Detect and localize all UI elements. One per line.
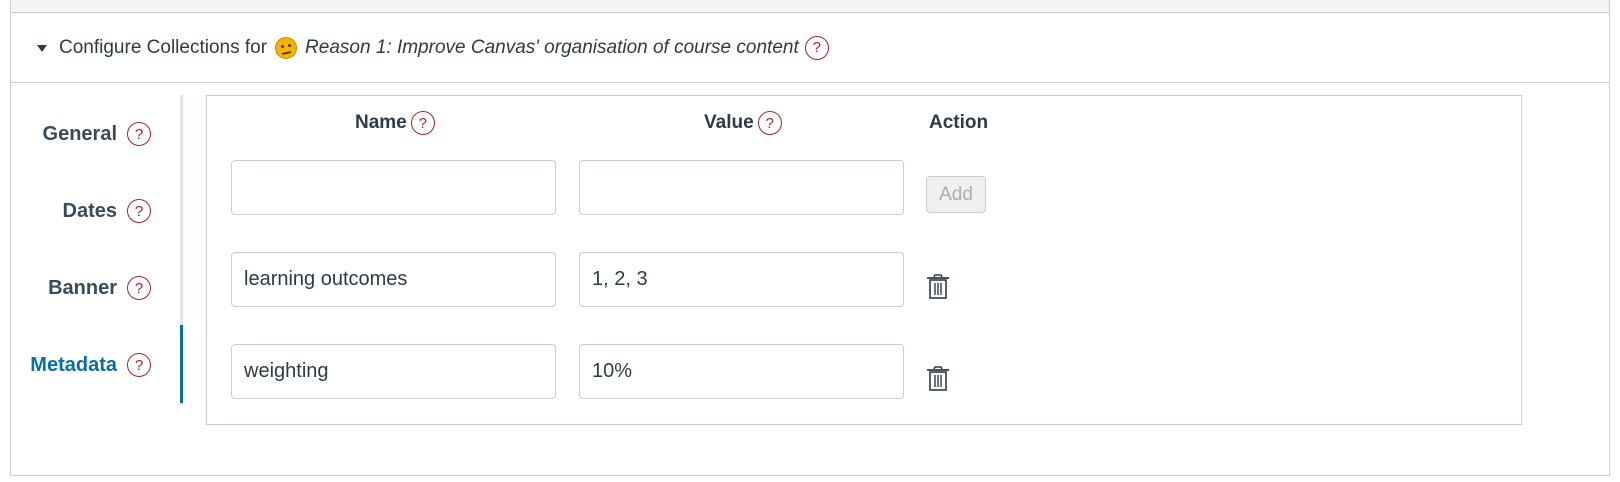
thinking-face-icon xyxy=(275,36,298,59)
nav-item-label: Dates xyxy=(62,199,117,222)
add-button[interactable]: Add xyxy=(926,176,986,213)
column-header-action: Action xyxy=(929,108,988,138)
column-header-label: Name xyxy=(355,112,407,133)
nav-item-label: Banner xyxy=(48,276,117,299)
nav-item-banner[interactable]: Banner ? xyxy=(0,268,184,308)
header-prefix: Configure Collections for xyxy=(59,36,268,58)
side-nav: General ? Dates ? Banner ? Metadata ? xyxy=(0,82,184,392)
help-icon[interactable]: ? xyxy=(410,111,435,135)
metadata-editor: Name ? Value ? Action Add xyxy=(206,95,1522,425)
column-header-value: Value ? xyxy=(704,108,782,138)
trash-icon[interactable] xyxy=(926,366,950,392)
help-icon[interactable]: ? xyxy=(804,35,829,60)
column-header-label: Action xyxy=(929,112,989,133)
panel-header[interactable]: Configure Collections for Reason 1: Impr… xyxy=(11,13,1609,83)
column-header-name: Name ? xyxy=(355,108,435,138)
help-icon[interactable]: ? xyxy=(757,111,782,135)
nav-item-metadata[interactable]: Metadata ? xyxy=(0,345,184,385)
nav-item-label: General xyxy=(42,122,117,145)
nav-item-dates[interactable]: Dates ? xyxy=(0,191,184,231)
column-header-label: Value xyxy=(704,112,754,133)
metadata-name-input[interactable] xyxy=(231,252,556,307)
help-icon[interactable]: ? xyxy=(127,276,151,300)
nav-item-label: Metadata xyxy=(30,353,117,376)
collection-title: Reason 1: Improve Canvas' organisation o… xyxy=(305,36,799,58)
metadata-value-input[interactable] xyxy=(579,252,904,307)
caret-down-icon[interactable] xyxy=(37,45,47,52)
help-icon[interactable]: ? xyxy=(127,199,151,223)
metadata-name-input[interactable] xyxy=(231,344,556,399)
help-icon[interactable]: ? xyxy=(127,122,151,146)
new-name-input[interactable] xyxy=(231,160,556,215)
new-value-input[interactable] xyxy=(579,160,904,215)
metadata-value-input[interactable] xyxy=(579,344,904,399)
trash-icon[interactable] xyxy=(926,274,950,300)
help-icon[interactable]: ? xyxy=(127,353,151,377)
nav-item-general[interactable]: General ? xyxy=(0,114,184,154)
